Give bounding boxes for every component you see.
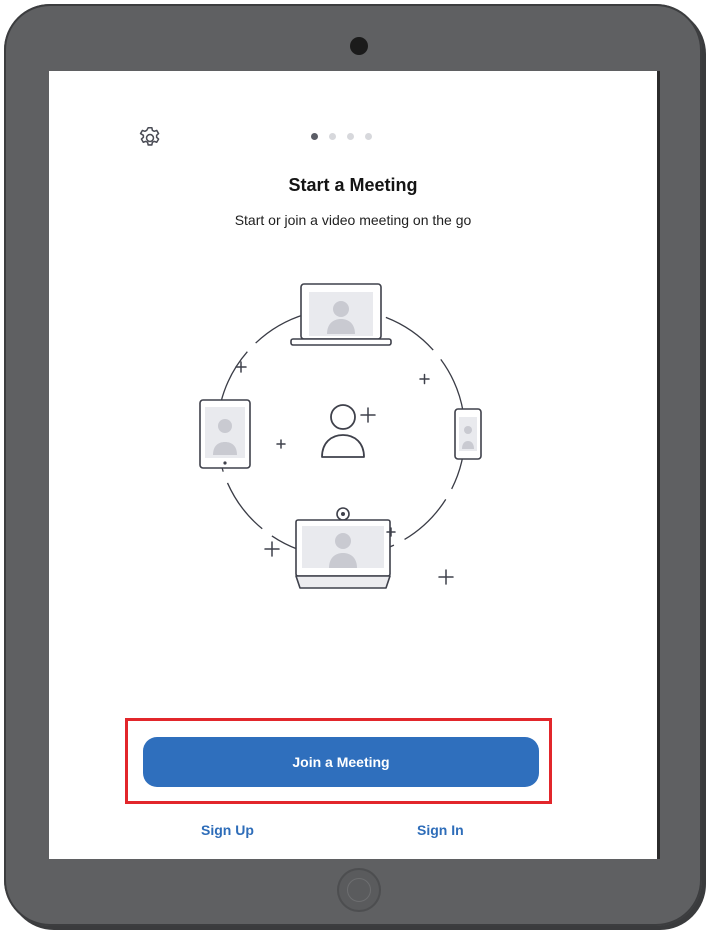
room-system-icon (295, 507, 391, 589)
page-dot[interactable] (365, 133, 372, 140)
sign-in-link[interactable]: Sign In (417, 822, 464, 838)
phone-icon (454, 408, 482, 460)
page-indicator (311, 133, 372, 140)
meeting-illustration (199, 283, 482, 589)
page-title: Start a Meeting (288, 175, 418, 195)
app-screen: Start a Meeting Start or join a video me… (49, 71, 657, 859)
page-dot[interactable] (311, 133, 318, 140)
laptop-icon (290, 283, 392, 346)
page-subtitle: Start or join a video meeting on the go (234, 212, 472, 228)
page-dot[interactable] (347, 133, 354, 140)
front-camera (350, 37, 368, 55)
person-icon (321, 404, 365, 458)
join-meeting-button[interactable]: Join a Meeting (143, 737, 539, 787)
screen-edge (657, 71, 660, 859)
tablet-device-icon (199, 399, 251, 469)
home-button[interactable] (337, 868, 381, 912)
sign-up-link[interactable]: Sign Up (201, 822, 254, 838)
page-dot[interactable] (329, 133, 336, 140)
gear-icon[interactable] (137, 125, 163, 151)
